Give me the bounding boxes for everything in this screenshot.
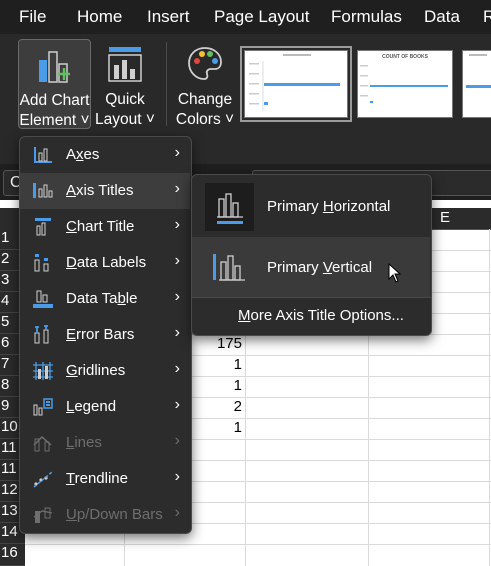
chevron-right-icon: › (174, 144, 180, 161)
menu-item-label: Error Bars (66, 326, 135, 343)
primary-vertical-label: Primary Vertical (267, 259, 373, 276)
primary-horizontal-icon (205, 183, 254, 231)
tab-page-layout[interactable]: Page Layout (214, 7, 309, 27)
chart-style-preview-2 (360, 65, 448, 103)
tab-insert[interactable]: Insert (147, 7, 190, 27)
chevron-right-icon: › (174, 504, 180, 521)
menu-item-axes[interactable]: Axes › (20, 137, 190, 173)
gridlines-icon (33, 362, 53, 380)
menu-item-up-down-bars: Up/Down Bars › (20, 497, 190, 533)
chevron-right-icon: › (174, 468, 180, 485)
tab-review-partial[interactable]: R (483, 7, 491, 27)
menu-item-label: Data Labels (66, 254, 147, 271)
change-colors-button[interactable]: Change Colors ˅ (172, 39, 238, 129)
primary-vertical-option[interactable]: Primary Vertical (192, 237, 430, 297)
legend-icon (33, 398, 53, 416)
add-chart-element-label-line1: Add Chart (19, 92, 90, 109)
menu-item-gridlines[interactable]: Gridlines › (20, 353, 190, 389)
quick-layout-label-line1: Quick (105, 91, 145, 108)
quick-layout-icon (108, 47, 142, 82)
chevron-right-icon: › (174, 324, 180, 341)
quick-layout-label-line2: Layout ˅ (95, 111, 155, 128)
menu-item-error-bars[interactable]: Error Bars › (20, 317, 190, 353)
primary-vertical-icon (205, 244, 254, 290)
menu-item-label: Legend (66, 398, 117, 415)
chart-style-preview-1 (249, 54, 340, 111)
grid-row-line (25, 544, 491, 545)
primary-horizontal-option[interactable]: Primary Horizontal (192, 175, 430, 237)
change-colors-label-line1: Change (177, 91, 233, 108)
chart-style-thumbnail-1[interactable] (240, 46, 352, 122)
palette-icon (188, 47, 222, 80)
row-header[interactable]: 16 (0, 544, 25, 566)
add-chart-element-icon (39, 51, 70, 83)
chart-style-thumbnail-2[interactable]: COUNT OF BOOKS (357, 50, 453, 118)
more-axis-title-options-label: More Axis Title Options... (238, 307, 404, 324)
error-bars-icon (34, 325, 49, 344)
axis-titles-submenu: Primary Horizontal Primary Vertical More… (191, 174, 432, 336)
chevron-right-icon: › (174, 216, 180, 233)
data-labels-icon (34, 254, 49, 272)
chart-style-thumbnail-3[interactable] (462, 50, 491, 118)
chevron-right-icon: › (174, 432, 180, 449)
menu-item-label: Lines (66, 434, 102, 451)
add-chart-element-button[interactable]: Add Chart Element ˅ (18, 39, 91, 129)
data-table-icon (33, 290, 53, 308)
tab-file[interactable]: File (19, 7, 46, 27)
add-chart-element-menu: Axes › Axis Titles › Chart Title › Data … (19, 136, 192, 534)
change-colors-label-line2: Colors ˅ (175, 111, 235, 128)
axes-icon (34, 147, 52, 163)
tab-formulas[interactable]: Formulas (331, 7, 402, 27)
menu-item-label: Axis Titles (66, 182, 134, 199)
menu-item-trendline[interactable]: Trendline › (20, 461, 190, 497)
column-header-e[interactable]: E (440, 209, 450, 226)
chevron-right-icon: › (174, 252, 180, 269)
menu-item-chart-title[interactable]: Chart Title › (20, 209, 190, 245)
ribbon-tab-bar: File Home Insert Page Layout Formulas Da… (0, 0, 491, 34)
menu-item-lines: Lines › (20, 425, 190, 461)
axis-titles-icon (33, 183, 53, 198)
menu-item-label: Chart Title (66, 218, 135, 235)
menu-item-legend[interactable]: Legend › (20, 389, 190, 425)
menu-item-label: Gridlines (66, 362, 126, 379)
add-chart-element-label-line2: Element ˅ (19, 112, 90, 129)
primary-horizontal-label: Primary Horizontal (267, 198, 391, 215)
menu-item-label: Up/Down Bars (66, 506, 163, 523)
chevron-right-icon: › (174, 396, 180, 413)
tab-data[interactable]: Data (424, 7, 460, 27)
chevron-right-icon: › (174, 180, 180, 197)
menu-item-data-table[interactable]: Data Table › (20, 281, 190, 317)
chevron-right-icon: › (174, 360, 180, 377)
chart-title-icon (35, 218, 51, 236)
chevron-right-icon: › (174, 288, 180, 305)
menu-item-label: Data Table (66, 290, 138, 307)
mouse-cursor-icon (388, 263, 402, 283)
ribbon-separator (166, 42, 167, 126)
menu-item-label: Trendline (66, 470, 128, 487)
menu-item-axis-titles[interactable]: Axis Titles › (20, 173, 190, 209)
trendline-icon (33, 471, 53, 488)
up-down-bars-icon (33, 507, 53, 523)
tab-home[interactable]: Home (77, 7, 122, 27)
lines-icon (33, 435, 52, 452)
menu-item-data-labels[interactable]: Data Labels › (20, 245, 190, 281)
chart-style-preview-3 (466, 54, 491, 88)
more-axis-title-options[interactable]: More Axis Title Options... (192, 298, 430, 334)
quick-layout-button[interactable]: Quick Layout ˅ (92, 39, 158, 129)
menu-item-label: Axes (66, 146, 100, 163)
